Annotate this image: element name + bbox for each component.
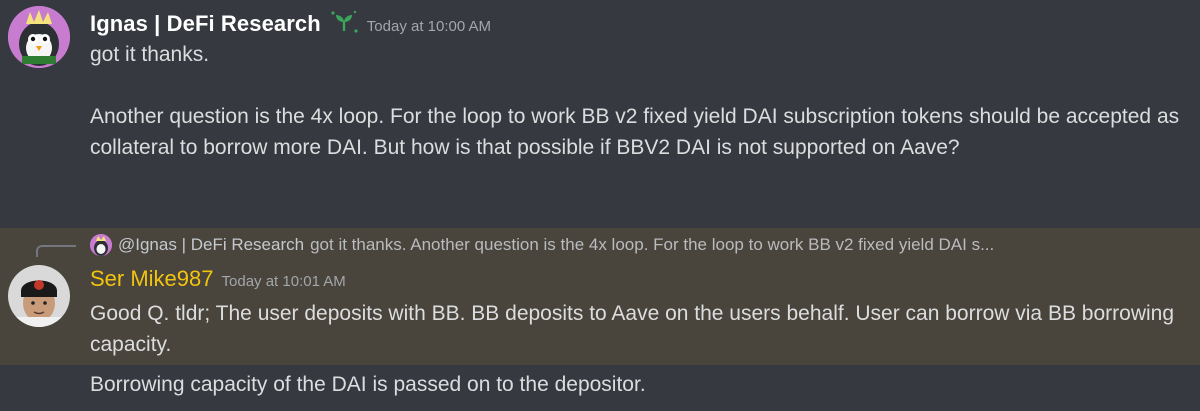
reply-preview: got it thanks. Another question is the 4… bbox=[310, 235, 995, 254]
message-body: Good Q. tldr; The user deposits with BB.… bbox=[90, 302, 1175, 356]
message-paragraph: Another question is the 4x loop. For the… bbox=[90, 105, 1180, 159]
message-followup: Borrowing capacity of the DAI is passed … bbox=[90, 373, 646, 396]
reply-avatar bbox=[90, 234, 112, 256]
message-timestamp: Today at 10:00 AM bbox=[366, 18, 492, 35]
avatar-ignas[interactable] bbox=[8, 6, 70, 68]
message-ser-mike-reply: @Ignas | DeFi Research got it thanks. An… bbox=[0, 228, 1200, 365]
reply-reference[interactable]: @Ignas | DeFi Research got it thanks. An… bbox=[90, 232, 1190, 258]
message-header: Ser Mike987 Today at 10:01 AM bbox=[90, 266, 346, 296]
message-timestamp: Today at 10:01 AM bbox=[221, 273, 346, 290]
message-line: got it thanks. bbox=[90, 43, 210, 66]
author-name[interactable]: Ser Mike987 bbox=[90, 266, 214, 292]
message-ignas: Ignas | DeFi Research Today at 10:00 AM … bbox=[0, 0, 1200, 228]
sprout-badge-icon[interactable] bbox=[329, 9, 359, 35]
reply-author[interactable]: @Ignas | DeFi Research bbox=[118, 235, 304, 255]
avatar-ser-mike[interactable] bbox=[8, 265, 70, 327]
chat-log: Ignas | DeFi Research Today at 10:00 AM … bbox=[0, 0, 1200, 411]
reply-connector bbox=[36, 245, 76, 257]
message-header: Ignas | DeFi Research Today at 10:00 AM bbox=[90, 5, 492, 37]
author-name[interactable]: Ignas | DeFi Research bbox=[90, 11, 321, 37]
message-body: got it thanks. Another question is the 4… bbox=[90, 39, 1180, 163]
